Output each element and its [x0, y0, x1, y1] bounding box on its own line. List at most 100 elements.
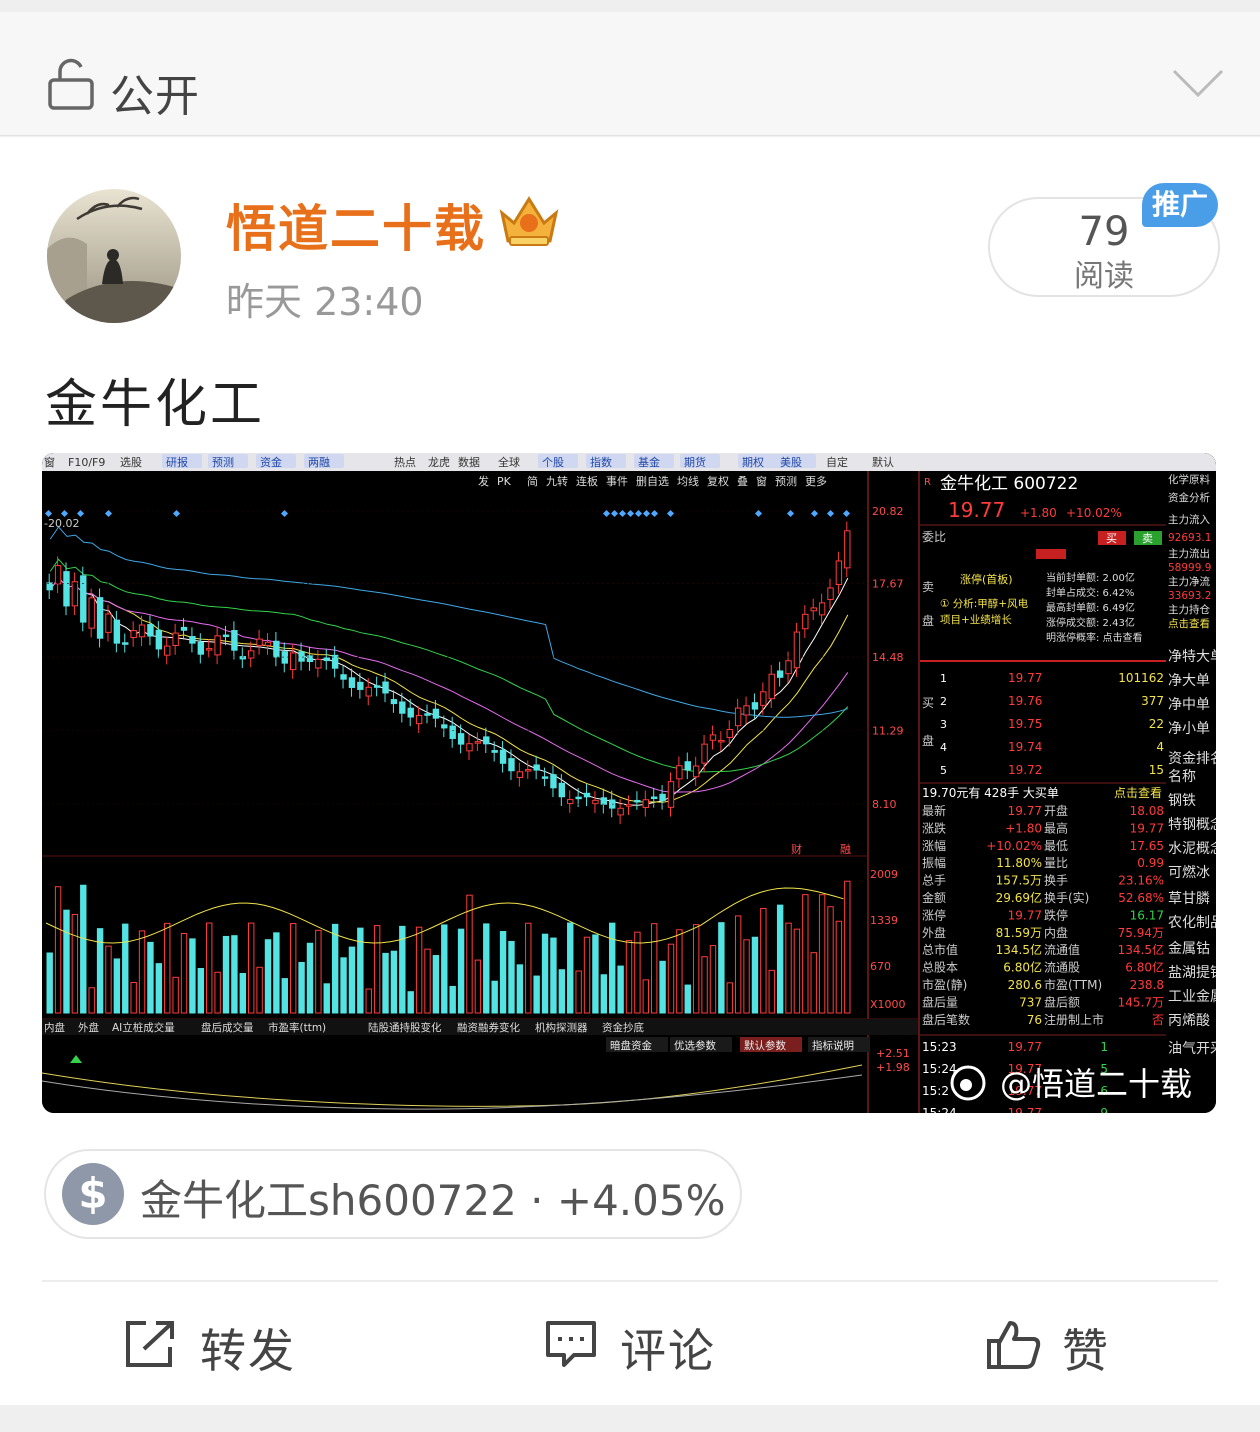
candle-body: [457, 733, 465, 745]
side-panel-item: 净特大单: [1168, 649, 1216, 665]
tick-time: 15:23: [922, 1040, 957, 1054]
bid-price: 19.77: [1008, 671, 1042, 685]
stat-value: 19.77: [1130, 821, 1164, 835]
volume-tick: 670: [870, 960, 891, 973]
stat-label: 金额: [922, 890, 946, 905]
visibility-bar[interactable]: 公开: [0, 12, 1260, 136]
candle-body: [818, 602, 826, 616]
menu-item: 美股: [780, 456, 802, 469]
candle-body: [415, 715, 423, 725]
limit-title: 涨停(首板): [960, 572, 1013, 586]
volume-bar: [63, 909, 70, 1014]
volume-bar: [600, 974, 608, 1014]
username[interactable]: 悟道二十载: [226, 189, 486, 261]
volume-bar: [390, 950, 398, 1014]
side-panel-item: 净大单: [1168, 673, 1210, 689]
stat-label: 量比: [1044, 856, 1068, 870]
volume-bar: [676, 929, 683, 1014]
candle-body: [625, 804, 633, 807]
chevron-down-icon[interactable]: [1172, 68, 1224, 98]
volume-bar: [550, 937, 557, 1014]
side-panel-item: 工业金属: [1168, 989, 1216, 1005]
volume-bar: [315, 929, 322, 1014]
stat-label: 涨停: [922, 907, 946, 922]
toolbar-item: 窗: [756, 474, 767, 488]
bid-volume: 22: [1149, 717, 1164, 731]
analysis-text: ① 分析:甲醇+风电: [940, 597, 1029, 610]
buy-button: 买: [1106, 532, 1117, 545]
candle-body: [835, 560, 843, 586]
volume-bar: [634, 931, 641, 1014]
seal-info: 明涨停概率: 点击查看: [1046, 631, 1143, 644]
menu-item: 个股: [542, 456, 564, 469]
candle-body: [138, 624, 146, 638]
volume-tick: 1339: [870, 914, 898, 927]
bid-volume: 15: [1149, 763, 1164, 777]
candle-body: [105, 613, 112, 633]
side-panel-item: 可燃冰: [1168, 864, 1210, 881]
volume-bar: [844, 880, 851, 1014]
toolbar-item: 复权: [707, 474, 729, 488]
candle-body: [390, 699, 398, 705]
stat-value: 737: [1019, 995, 1042, 1009]
volume-bar: [289, 923, 297, 1014]
toolbar-item: 叠: [737, 475, 748, 488]
marker-finance: 财: [791, 842, 802, 856]
volume-bar: [776, 904, 784, 1014]
menu-item: 基金: [638, 455, 660, 469]
volume-bar: [256, 966, 263, 1014]
quote-name: 金牛化工 600722: [940, 474, 1078, 494]
candle-body: [323, 657, 330, 662]
stat-value: 52.68%: [1118, 891, 1164, 905]
volume-bar: [197, 968, 205, 1014]
stock-tag[interactable]: $ 金牛化工sh600722 · +4.05%: [44, 1149, 742, 1239]
candle-body: [130, 630, 137, 639]
stat-value: 11.80%: [996, 856, 1042, 870]
stat-value: 6.80亿: [1003, 960, 1042, 975]
menu-item: F10/F9: [68, 456, 105, 469]
post-image[interactable]: 窗 F10/F9 选股 研报 预测 资金 两融 热点 龙虎 数据 全球 个股 指数 基金 期货 期权 美股 自定默…: [42, 453, 1216, 1113]
candle-body: [793, 631, 801, 669]
project-text: 项目+业绩增长: [940, 613, 1012, 626]
side-panel-item: 草甘膦: [1168, 891, 1210, 907]
side-panel-item: 名称: [1168, 769, 1196, 785]
menu-item: 研报: [166, 455, 188, 469]
menu-item: 龙虎: [428, 456, 450, 469]
candle-body: [449, 725, 456, 739]
volume-bar: [231, 935, 238, 1014]
side-panel-item: 资金分析: [1168, 491, 1210, 504]
stat-value: 18.08: [1130, 804, 1164, 818]
volume-bar: [424, 948, 431, 1014]
candle-body: [751, 702, 759, 710]
stat-value: 19.77: [1008, 908, 1042, 922]
candle-body: [810, 607, 817, 612]
candle-body: [802, 613, 809, 630]
stat-value: 19.77: [1008, 804, 1042, 818]
bid-price: 19.72: [1008, 763, 1042, 777]
candle-body: [785, 660, 792, 675]
avatar[interactable]: [47, 189, 181, 323]
volume-bar: [609, 922, 616, 1014]
stat-value: 否: [1152, 1013, 1164, 1027]
price-tick: 11.29: [872, 725, 904, 738]
seal-info: 最高封单额: 6.49亿: [1046, 601, 1135, 614]
volume-bar: [483, 923, 490, 1014]
candle-body: [516, 771, 524, 778]
volume-bar: [491, 980, 498, 1014]
comment-icon: [546, 1321, 596, 1367]
bid-price: 19.75: [1008, 717, 1042, 731]
candle-body: [71, 581, 79, 607]
side-panel-item: 92693.1: [1168, 532, 1211, 544]
indicator-tab: 市盈率(ttm): [268, 1021, 326, 1034]
volume-bar: [541, 933, 549, 1014]
volume-bar: [625, 940, 633, 1014]
price-tick: 20.82: [872, 505, 904, 518]
stat-label: 流通值: [1044, 942, 1080, 957]
repost-label: 转发: [200, 1324, 296, 1378]
indicator-tab: 内盘: [44, 1021, 65, 1034]
stat-label: 流通股: [1044, 961, 1080, 975]
volume-bar: [323, 983, 330, 1014]
candle-body: [760, 691, 767, 706]
toolbar-item: 简: [527, 474, 538, 488]
side-panel-item: 丙烯酸: [1168, 1013, 1210, 1029]
